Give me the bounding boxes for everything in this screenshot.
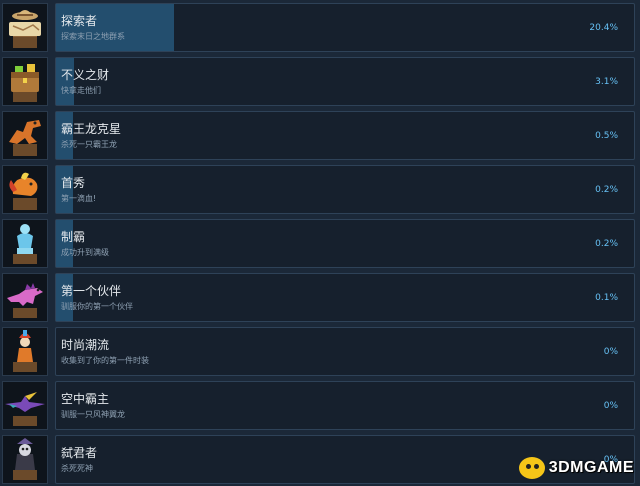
achievement-bar: 探索者 探索末日之地群系 20.4% <box>55 3 635 52</box>
unlock-percent: 0.2% <box>595 239 618 249</box>
achievement-bar: 首秀 第一滴血! 0.2% <box>55 165 635 214</box>
pink-dino-icon <box>2 273 48 322</box>
mascot-logo-icon <box>518 457 545 479</box>
watermark-text: 3DMGAME <box>548 459 634 476</box>
ice-statue-icon <box>2 219 48 268</box>
achievement-title: 探索者 <box>61 14 98 28</box>
achievement-description: 杀死死神 <box>61 464 93 473</box>
achievement-title: 时尚潮流 <box>61 338 110 352</box>
achievement-description: 杀死一只霸王龙 <box>61 140 117 149</box>
unlock-percent: 0.1% <box>595 293 618 303</box>
treasure-chest-icon <box>2 57 48 106</box>
unlock-percent: 3.1% <box>595 77 618 87</box>
achievement-row-trex-nemesis[interactable]: 霸王龙克星 杀死一只霸王龙 0.5% <box>0 111 640 160</box>
achievement-bar: 时尚潮流 收集到了你的第一件时装 0% <box>55 327 635 376</box>
achievement-bar: 第一个伙伴 驯服你的第一个伙伴 0.1% <box>55 273 635 322</box>
explorer-hat-map-icon <box>2 3 48 52</box>
achievement-bar: 空中霸主 驯服一只风神翼龙 0% <box>55 381 635 430</box>
unlock-percent: 0% <box>603 347 618 357</box>
achievement-row-dominance[interactable]: 制霸 成功升到满级 0.2% <box>0 219 640 268</box>
achievement-description: 驯服一只风神翼龙 <box>61 410 125 419</box>
achievement-description: 成功升到满级 <box>61 248 109 257</box>
trex-icon <box>2 111 48 160</box>
achievement-title: 第一个伙伴 <box>61 284 122 298</box>
death-king-icon <box>2 435 48 484</box>
site-watermark: 3DMGAME <box>518 454 634 482</box>
unlock-percent: 0.5% <box>595 131 618 141</box>
achievement-title: 弑君者 <box>61 446 98 460</box>
achievement-bar: 制霸 成功升到满级 0.2% <box>55 219 635 268</box>
unlock-percent: 0.2% <box>595 185 618 195</box>
achievement-title: 不义之财 <box>61 68 110 82</box>
achievement-bar: 不义之财 快拿走他们 3.1% <box>55 57 635 106</box>
achievement-description: 驯服你的第一个伙伴 <box>61 302 133 311</box>
achievement-title: 首秀 <box>61 176 86 190</box>
achievement-description: 第一滴血! <box>61 194 97 203</box>
costume-icon <box>2 327 48 376</box>
achievement-row-fashion[interactable]: 时尚潮流 收集到了你的第一件时装 0% <box>0 327 640 376</box>
achievement-description: 收集到了你的第一件时装 <box>61 356 149 365</box>
achievement-row-sky-lord[interactable]: 空中霸主 驯服一只风神翼龙 0% <box>0 381 640 430</box>
pterosaur-icon <box>2 381 48 430</box>
achievement-description: 探索末日之地群系 <box>61 32 125 41</box>
achievement-title: 制霸 <box>61 230 86 244</box>
achievement-row-debut[interactable]: 首秀 第一滴血! 0.2% <box>0 165 640 214</box>
achievement-bar: 霸王龙克星 杀死一只霸王龙 0.5% <box>55 111 635 160</box>
achievement-title: 霸王龙克星 <box>61 122 122 136</box>
achievement-row-ill-gotten[interactable]: 不义之财 快拿走他们 3.1% <box>0 57 640 106</box>
achievement-row-explorer[interactable]: 探索者 探索末日之地群系 20.4% <box>0 3 640 52</box>
achievement-title: 空中霸主 <box>61 392 110 406</box>
unlock-percent: 0% <box>603 401 618 411</box>
achievement-row-first-companion[interactable]: 第一个伙伴 驯服你的第一个伙伴 0.1% <box>0 273 640 322</box>
achievement-description: 快拿走他们 <box>61 86 101 95</box>
unlock-percent: 20.4% <box>589 23 618 33</box>
fire-rooster-icon <box>2 165 48 214</box>
